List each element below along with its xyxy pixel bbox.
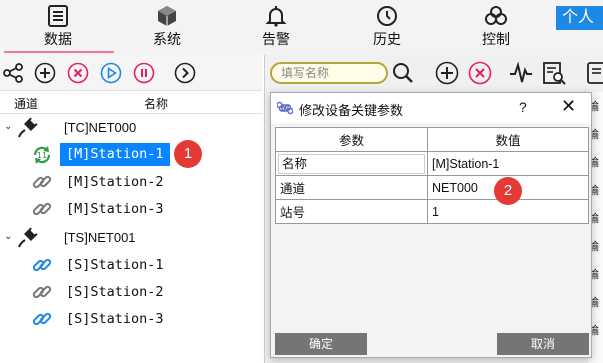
tree-channel-row[interactable]: ⌄ [TC]NET000 bbox=[0, 114, 262, 141]
header-param: 参数 bbox=[275, 127, 428, 152]
nav-data[interactable]: 数据 bbox=[18, 4, 98, 48]
left-toolbar bbox=[0, 55, 262, 91]
link-icon bbox=[32, 285, 52, 299]
header-value: 数值 bbox=[427, 127, 589, 152]
close-icon[interactable]: ✕ bbox=[561, 96, 576, 117]
edit-device-dialog: 修改设备关键参数 ? ✕ 参数 数值 名称 [M]Station-1 通道 NE… bbox=[270, 92, 592, 358]
delete-icon[interactable] bbox=[467, 60, 493, 86]
add-icon[interactable] bbox=[434, 60, 460, 86]
expand-caret-icon[interactable]: ⌄ bbox=[4, 121, 12, 132]
station-label: [M]Station-2 bbox=[66, 174, 164, 190]
ok-button[interactable]: 确定 bbox=[275, 333, 367, 355]
channel-label: [TS]NET001 bbox=[64, 230, 136, 245]
cancel-button[interactable]: 取消 bbox=[497, 333, 589, 355]
cube-icon bbox=[158, 6, 176, 26]
device-tree: ⌄ [TC]NET000 11 [M]Station-1 [M]Station-… bbox=[0, 114, 262, 363]
sync-icon: 11 bbox=[33, 146, 51, 164]
search-icon[interactable] bbox=[390, 60, 416, 86]
param-name-label: 名称 bbox=[278, 153, 425, 174]
tree-channel-row[interactable]: ⌄ [TS]NET001 bbox=[0, 224, 262, 251]
search-input[interactable]: 填写名称 bbox=[270, 62, 388, 84]
nav-label: 数据 bbox=[44, 31, 72, 47]
bell-icon bbox=[265, 6, 287, 27]
nav-label: 系统 bbox=[153, 31, 181, 47]
tree-column-header: 通道 名称 bbox=[0, 92, 262, 114]
param-cell: 通道 bbox=[275, 175, 428, 200]
annotation-marker-1: 1 bbox=[174, 140, 202, 168]
add-icon[interactable] bbox=[34, 62, 56, 84]
nav-system[interactable]: 系统 bbox=[127, 4, 207, 48]
params-table: 参数 数值 名称 [M]Station-1 通道 NET000 站号 1 bbox=[275, 127, 589, 224]
biohazard-icon bbox=[485, 6, 507, 25]
column-channel[interactable]: 通道 bbox=[14, 95, 38, 112]
station-label: [M]Station-3 bbox=[66, 201, 164, 217]
tree-station-row[interactable]: [S]Station-3 bbox=[0, 305, 262, 332]
command-icon bbox=[277, 101, 293, 115]
plug-icon bbox=[18, 227, 38, 248]
channel-label: [TC]NET000 bbox=[64, 120, 137, 135]
tree-station-row[interactable]: [M]Station-3 bbox=[0, 195, 262, 222]
annotation-marker-2: 2 bbox=[494, 177, 522, 205]
svg-text:11: 11 bbox=[37, 151, 47, 160]
station-label: [S]Station-2 bbox=[66, 284, 164, 300]
table-row: 名称 [M]Station-1 bbox=[275, 151, 589, 176]
expand-caret-icon[interactable]: ⌄ bbox=[4, 231, 12, 242]
tree-station-row[interactable]: [S]Station-2 bbox=[0, 278, 262, 305]
help-button[interactable]: ? bbox=[519, 99, 527, 115]
nav-history[interactable]: 历史 bbox=[347, 4, 427, 48]
data-list-icon bbox=[48, 5, 68, 27]
history-icon bbox=[377, 6, 397, 26]
nav-label: 历史 bbox=[373, 31, 401, 47]
table-header-row: 参数 数值 bbox=[275, 127, 589, 152]
param-cell: 站号 bbox=[275, 199, 428, 224]
tree-station-row[interactable]: 11 [M]Station-1 bbox=[0, 141, 262, 168]
user-button[interactable]: 个人 bbox=[556, 6, 603, 30]
document-icon[interactable] bbox=[584, 60, 603, 86]
param-cell: 名称 bbox=[275, 151, 428, 176]
dialog-title: 修改设备关键参数 bbox=[299, 103, 404, 118]
pause-icon[interactable] bbox=[133, 62, 155, 84]
link-icon bbox=[32, 175, 52, 189]
doc-search-icon[interactable] bbox=[541, 60, 567, 86]
next-icon[interactable] bbox=[174, 62, 196, 84]
nav-control[interactable]: 控制 bbox=[456, 4, 536, 48]
link-icon bbox=[32, 258, 52, 272]
link-icon bbox=[32, 202, 52, 216]
share-icon[interactable] bbox=[2, 62, 24, 84]
top-nav: 数据 系统 告警 历史 控制 bbox=[0, 0, 603, 55]
tree-station-row[interactable]: [S]Station-1 bbox=[0, 251, 262, 278]
column-name[interactable]: 名称 bbox=[144, 95, 168, 112]
value-cell[interactable]: [M]Station-1 bbox=[427, 151, 589, 176]
station-label: [M]Station-1 bbox=[60, 143, 170, 166]
plug-icon bbox=[18, 117, 38, 138]
nav-label: 控制 bbox=[482, 31, 510, 47]
waveform-icon[interactable] bbox=[508, 60, 534, 86]
tree-station-row[interactable]: [M]Station-2 bbox=[0, 168, 262, 195]
play-icon[interactable] bbox=[100, 62, 122, 84]
link-icon bbox=[32, 312, 52, 326]
dialog-title-bar: 修改设备关键参数 ? ✕ bbox=[271, 93, 591, 123]
nav-active-underline bbox=[4, 51, 114, 53]
station-label: [S]Station-3 bbox=[66, 311, 164, 327]
table-row: 通道 NET000 bbox=[275, 175, 589, 200]
delete-icon[interactable] bbox=[67, 62, 89, 84]
nav-alarm[interactable]: 告警 bbox=[236, 4, 316, 48]
station-label: [S]Station-1 bbox=[66, 257, 164, 273]
nav-label: 告警 bbox=[262, 31, 290, 47]
table-row: 站号 1 bbox=[275, 199, 589, 224]
